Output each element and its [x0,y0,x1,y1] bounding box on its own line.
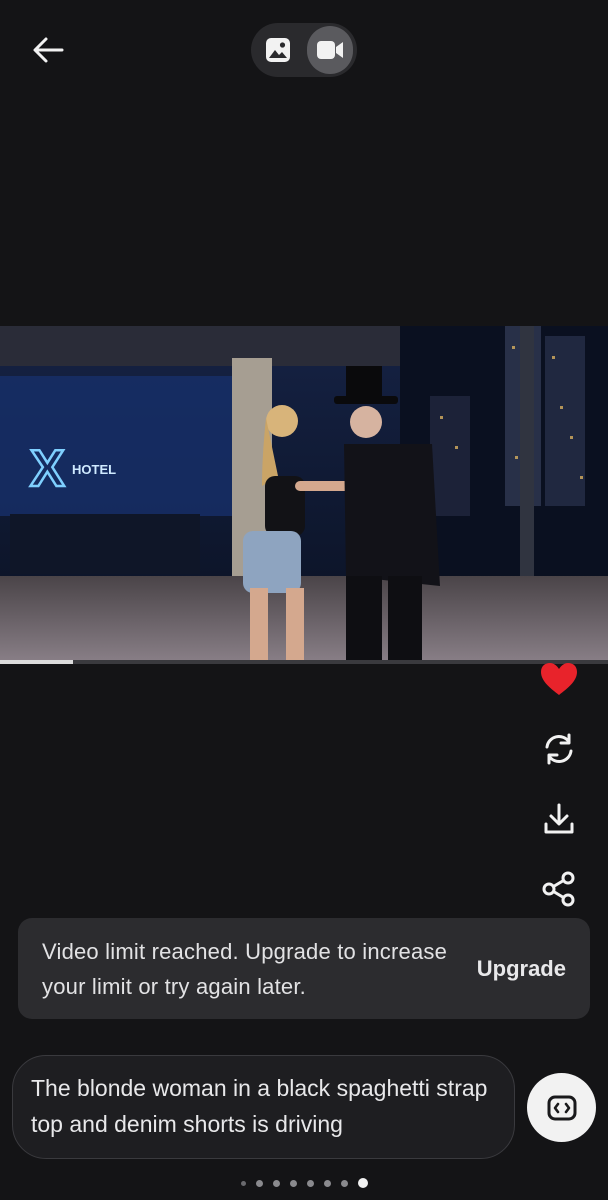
share-button[interactable] [532,862,586,916]
video-camera-icon [317,41,343,59]
page-dot[interactable] [340,1179,348,1187]
back-button[interactable] [24,28,72,72]
image-mode-button[interactable] [255,26,301,74]
video-progress-fill [0,660,73,664]
refresh-icon [545,733,573,765]
prompt-input[interactable]: The blonde woman in a black spaghetti st… [12,1055,515,1159]
heart-icon [541,663,577,695]
regenerate-button[interactable] [532,722,586,776]
page-dot[interactable] [323,1179,331,1187]
upgrade-button[interactable]: Upgrade [477,956,566,982]
like-button[interactable] [532,652,586,706]
pagination-dots [0,1176,608,1190]
prompt-text: The blonde woman in a black spaghetti st… [31,1075,488,1137]
expand-prompt-button[interactable] [527,1073,596,1142]
page-dot[interactable] [357,1178,368,1188]
media-mode-toggle [251,23,357,77]
neon-sign-text: HOTEL [72,462,116,477]
page-dot[interactable] [240,1180,246,1186]
video-mode-button[interactable] [307,26,353,74]
snackbar-message: Video limit reached. Upgrade to increase… [42,938,448,999]
download-button[interactable] [532,792,586,846]
svg-text:X: X [30,440,65,498]
side-action-bar [532,652,586,932]
video-frame: X HOTEL [0,326,608,664]
page-dot[interactable] [272,1179,280,1187]
video-progress-bar[interactable] [0,660,608,664]
video-player[interactable]: X HOTEL [0,326,608,664]
share-icon [542,871,575,907]
limit-snackbar: Video limit reached. Upgrade to increase… [18,918,590,1019]
arrow-left-icon [33,37,64,63]
image-icon [266,38,290,62]
download-icon [544,803,574,834]
page-dot[interactable] [306,1179,314,1187]
page-dot[interactable] [289,1179,297,1187]
page-dot[interactable] [255,1179,263,1187]
expand-icon [547,1095,576,1120]
